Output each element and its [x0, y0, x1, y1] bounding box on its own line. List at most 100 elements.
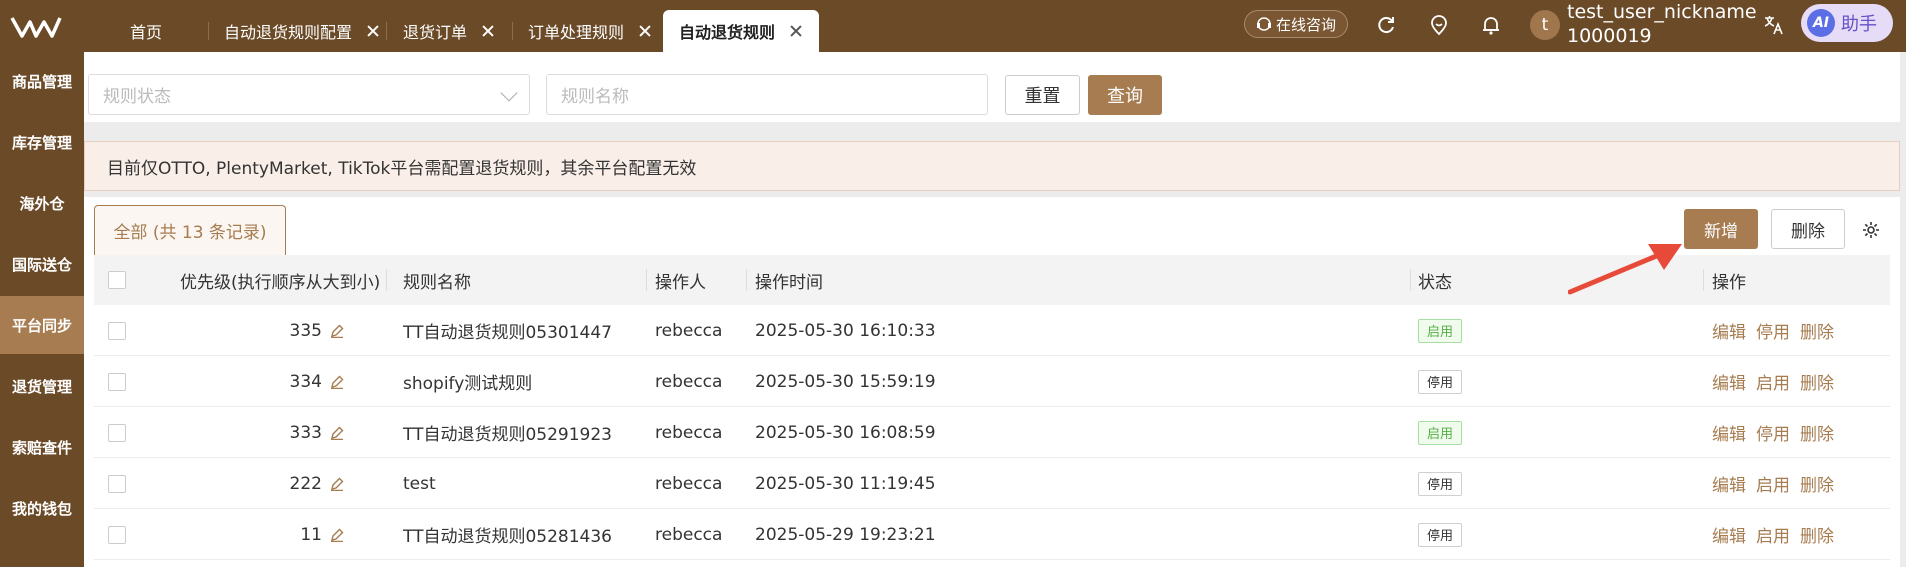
tab-return-orders[interactable]: 退货订单 — [403, 10, 495, 52]
sidebar-item-wallet[interactable]: 我的钱包 — [0, 479, 84, 537]
chevron-down-icon — [500, 84, 518, 102]
reset-button[interactable]: 重置 — [1005, 75, 1080, 115]
sidebar-item-claims[interactable]: 索赔查件 — [0, 418, 84, 476]
priority-value: 11 — [300, 524, 322, 545]
tab-divider — [512, 22, 513, 40]
priority-cell: 11 — [144, 509, 344, 560]
tab-auto-return-rules[interactable]: 自动退货规则 — [663, 10, 820, 52]
edit-link[interactable]: 编辑 — [1712, 318, 1746, 343]
edit-pencil-icon[interactable] — [330, 324, 344, 338]
delete-link[interactable]: 删除 — [1800, 522, 1834, 547]
status-badge: 停用 — [1418, 522, 1463, 547]
online-consult-button[interactable]: 在线咨询 — [1244, 10, 1348, 38]
tab-order-rules[interactable]: 订单处理规则 — [528, 10, 652, 52]
close-icon[interactable] — [789, 24, 803, 38]
row-checkbox[interactable] — [108, 525, 126, 544]
enable-link[interactable]: 启用 — [1756, 471, 1790, 496]
tab-auto-return-config[interactable]: 自动退货规则配置 — [224, 10, 380, 52]
user-id: 1000019 — [1567, 25, 1652, 47]
location-icon[interactable] — [1428, 14, 1450, 36]
username[interactable]: test_user_nickname — [1567, 0, 1757, 24]
priority-cell: 333 — [144, 407, 344, 458]
priority-value: 222 — [289, 473, 322, 494]
edit-link[interactable]: 编辑 — [1712, 369, 1746, 394]
disable-link[interactable]: 停用 — [1756, 420, 1790, 445]
edit-pencil-icon[interactable] — [330, 426, 344, 440]
enable-link[interactable]: 启用 — [1756, 369, 1790, 394]
tab-label: 首页 — [130, 23, 163, 42]
delete-link[interactable]: 删除 — [1800, 318, 1834, 343]
sidebar-item-inventory[interactable]: 库存管理 — [0, 113, 84, 171]
edit-pencil-icon[interactable] — [330, 477, 344, 491]
sidebar-item-products[interactable]: 商品管理 — [0, 52, 84, 110]
select-all-checkbox[interactable] — [108, 271, 126, 289]
table-row: 333 TT自动退货规则05291923 rebecca 2025-05-30 … — [94, 407, 1890, 458]
sidebar-item-overseas-warehouse[interactable]: 海外仓 — [0, 174, 84, 232]
operator: rebecca — [655, 320, 723, 341]
annotation-arrow-icon — [1568, 244, 1682, 295]
refresh-icon[interactable] — [1375, 14, 1397, 36]
gear-icon[interactable] — [1862, 221, 1880, 239]
edit-link[interactable]: 编辑 — [1712, 522, 1746, 547]
priority-cell: 222 — [144, 458, 344, 509]
rule-name-input[interactable]: 规则名称 — [546, 74, 988, 115]
operator: rebecca — [655, 422, 723, 443]
add-rule-button[interactable]: 新增 — [1684, 209, 1758, 249]
column-divider — [746, 269, 747, 291]
avatar[interactable]: t — [1530, 10, 1560, 40]
column-divider — [386, 269, 387, 291]
top-bar: 首页 自动退货规则配置 退货订单 订单处理规则 自动退货规则 在线咨询 t te… — [0, 0, 1906, 52]
tab-divider — [208, 22, 209, 40]
sidebar-item-intl-delivery[interactable]: 国际送仓 — [0, 235, 84, 293]
operator: rebecca — [655, 524, 723, 545]
close-icon[interactable] — [366, 24, 380, 38]
delete-link[interactable]: 删除 — [1800, 420, 1834, 445]
headset-icon — [1256, 17, 1271, 31]
operate-time: 2025-05-30 16:10:33 — [755, 320, 936, 341]
ai-badge-icon: AI — [1807, 9, 1835, 37]
operator: rebecca — [655, 473, 723, 494]
priority-value: 335 — [289, 320, 322, 341]
header-priority[interactable]: 优先级(执行顺序从大到小) — [180, 255, 380, 305]
brand-logo-icon[interactable] — [10, 14, 62, 40]
row-checkbox[interactable] — [108, 372, 126, 391]
edit-link[interactable]: 编辑 — [1712, 471, 1746, 496]
header-status: 状态 — [1418, 272, 1452, 293]
rule-name-placeholder: 规则名称 — [561, 87, 629, 107]
operator: rebecca — [655, 371, 723, 392]
query-button[interactable]: 查询 — [1088, 75, 1162, 115]
header-time: 操作时间 — [755, 272, 823, 293]
delete-link[interactable]: 删除 — [1800, 471, 1834, 496]
disable-link[interactable]: 停用 — [1756, 318, 1790, 343]
consult-label: 在线咨询 — [1275, 15, 1336, 34]
sidebar-item-platform-sync[interactable]: 平台同步 — [0, 296, 84, 354]
row-checkbox[interactable] — [108, 474, 126, 493]
translate-icon[interactable] — [1763, 14, 1785, 36]
sidebar: 商品管理 库存管理 海外仓 国际送仓 平台同步 退货管理 索赔查件 我的钱包 — [0, 52, 84, 567]
close-icon[interactable] — [638, 24, 652, 38]
bell-icon[interactable] — [1480, 14, 1502, 36]
tab-label: 订单处理规则 — [528, 23, 625, 42]
edit-pencil-icon[interactable] — [330, 528, 344, 542]
row-checkbox[interactable] — [108, 321, 126, 340]
delete-link[interactable]: 删除 — [1800, 369, 1834, 394]
column-divider — [1410, 269, 1411, 291]
filter-bar: 规则状态 规则名称 重置 查询 — [84, 52, 1900, 122]
enable-link[interactable]: 启用 — [1756, 522, 1790, 547]
edit-pencil-icon[interactable] — [330, 375, 344, 389]
edit-link[interactable]: 编辑 — [1712, 420, 1746, 445]
table-row: 222 test rebecca 2025-05-30 11:19:45 停用 … — [94, 458, 1890, 509]
tab-home[interactable]: 首页 — [130, 10, 162, 52]
delete-button[interactable]: 删除 — [1771, 209, 1845, 249]
header-actions: 操作 — [1712, 272, 1746, 293]
close-icon[interactable] — [481, 24, 495, 38]
status-badge: 启用 — [1418, 318, 1463, 343]
row-checkbox[interactable] — [108, 423, 126, 442]
ai-assistant-button[interactable]: AI 助手 — [1801, 4, 1893, 42]
priority-cell: 335 — [144, 305, 344, 356]
tab-all-records[interactable]: 全部 (共 13 条记录) — [94, 205, 286, 255]
header-rule-name: 规则名称 — [403, 272, 471, 293]
sidebar-item-returns[interactable]: 退货管理 — [0, 357, 84, 415]
priority-cell: 334 — [144, 356, 344, 407]
rule-status-select[interactable]: 规则状态 — [88, 74, 530, 115]
